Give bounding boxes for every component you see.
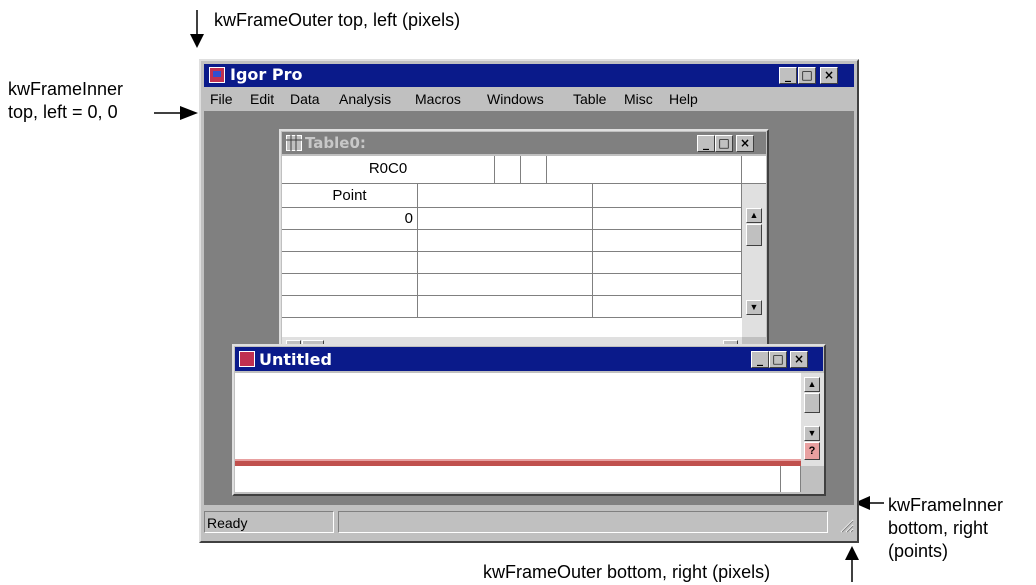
entry-check-button[interactable]: [495, 156, 521, 183]
close-button[interactable]: ×: [820, 67, 838, 84]
status-panel: [338, 511, 828, 533]
main-titlebar: Igor Pro _ □ ×: [204, 64, 854, 87]
arrow-icon: [845, 546, 859, 582]
untitled-close-button[interactable]: ×: [790, 351, 808, 368]
table-cell[interactable]: [593, 230, 742, 252]
row-number: [282, 274, 418, 296]
annotation-outer-bottom-right: kwFrameOuter bottom, right (pixels): [483, 562, 771, 582]
table-grid: Point 0: [282, 184, 742, 337]
menu-misc[interactable]: Misc: [624, 91, 653, 107]
table-close-button[interactable]: ×: [736, 135, 754, 152]
table-maximize-button[interactable]: □: [715, 135, 733, 152]
annotation-inner-top-left-line1: kwFrameInner: [8, 79, 124, 99]
command-line-input[interactable]: [235, 466, 781, 492]
column-header: [418, 184, 593, 208]
scroll-thumb[interactable]: [746, 224, 762, 246]
untitled-maximize-button[interactable]: □: [769, 351, 787, 368]
maximize-button[interactable]: □: [798, 67, 816, 84]
table-cell[interactable]: [418, 296, 593, 318]
menu-data[interactable]: Data: [290, 91, 320, 107]
annotation-outer-top-left: kwFrameOuter top, left (pixels): [214, 10, 461, 30]
mdi-workspace: Table0: _ □ × R0C0 Point 0 ▲ ▼ Untitled …: [204, 111, 854, 505]
arrow-icon: [190, 10, 204, 48]
table-minimize-button[interactable]: _: [697, 135, 715, 152]
column-header: [593, 184, 742, 208]
scroll-down-button[interactable]: ▼: [804, 426, 820, 441]
size-box[interactable]: [781, 466, 801, 492]
table-window[interactable]: Table0: _ □ × R0C0 Point 0 ▲ ▼: [279, 129, 769, 361]
untitled-window-titlebar: Untitled _ □ ×: [235, 347, 823, 371]
row-number: [282, 252, 418, 274]
row-number: 0: [282, 208, 418, 230]
table-cell[interactable]: [593, 296, 742, 318]
menu-table[interactable]: Table: [573, 91, 606, 107]
scroll-up-button[interactable]: ▲: [804, 377, 820, 392]
menu-help[interactable]: Help: [669, 91, 698, 107]
table-cell[interactable]: [418, 230, 593, 252]
igor-app-icon: [209, 67, 225, 83]
entry-cancel-button[interactable]: [521, 156, 547, 183]
status-text: Ready: [204, 511, 334, 533]
menu-file[interactable]: File: [210, 91, 233, 107]
status-bar: Ready: [204, 509, 854, 537]
untitled-vertical-scrollbar[interactable]: ▲ ▼ ?: [801, 373, 824, 466]
annotation-inner-bottom-right-line1: kwFrameInner: [888, 495, 1004, 515]
table-cell[interactable]: [593, 252, 742, 274]
annotation-inner-bottom-right-line2: bottom, right: [888, 518, 989, 538]
row-number: [282, 230, 418, 252]
table-window-title: Table0:: [305, 134, 366, 152]
table-cell[interactable]: [418, 208, 593, 230]
menu-analysis[interactable]: Analysis: [339, 91, 391, 107]
table-cell[interactable]: [418, 252, 593, 274]
notebook-icon: [239, 351, 255, 367]
table-cell[interactable]: [593, 274, 742, 296]
command-divider[interactable]: [235, 459, 801, 466]
row-number: [282, 296, 418, 318]
minimize-button[interactable]: _: [779, 67, 797, 84]
annotation-inner-bottom-right-line3: (points): [888, 541, 949, 561]
table-window-titlebar: Table0: _ □ ×: [282, 132, 766, 154]
scroll-up-button[interactable]: ▲: [746, 208, 762, 223]
menu-macros[interactable]: Macros: [415, 91, 461, 107]
untitled-window-title: Untitled: [259, 350, 332, 369]
scroll-down-button[interactable]: ▼: [746, 300, 762, 315]
table-cell[interactable]: [593, 208, 742, 230]
point-header: Point: [282, 184, 418, 208]
untitled-minimize-button[interactable]: _: [751, 351, 769, 368]
untitled-window[interactable]: Untitled _ □ × ▲ ▼ ?: [232, 344, 826, 496]
table-vertical-scrollbar[interactable]: ▲ ▼: [742, 184, 766, 337]
app-title: Igor Pro: [230, 65, 303, 84]
table-icon: [286, 135, 302, 151]
annotation-inner-top-left-line2: top, left = 0, 0: [8, 102, 118, 122]
menu-edit[interactable]: Edit: [250, 91, 274, 107]
igor-main-window: Igor Pro _ □ × File Edit Data Analysis M…: [199, 59, 859, 543]
menubar: File Edit Data Analysis Macros Windows T…: [204, 89, 854, 109]
resize-grip-icon[interactable]: [838, 517, 854, 533]
help-button[interactable]: ?: [804, 442, 820, 460]
arrow-icon: [154, 106, 198, 120]
menu-windows[interactable]: Windows: [487, 91, 544, 107]
table-entry-row: R0C0: [282, 156, 766, 184]
table-cell[interactable]: [418, 274, 593, 296]
scroll-thumb[interactable]: [804, 393, 820, 413]
command-history-area[interactable]: [235, 373, 801, 459]
cell-reference: R0C0: [282, 156, 495, 183]
entry-input[interactable]: [547, 156, 742, 183]
